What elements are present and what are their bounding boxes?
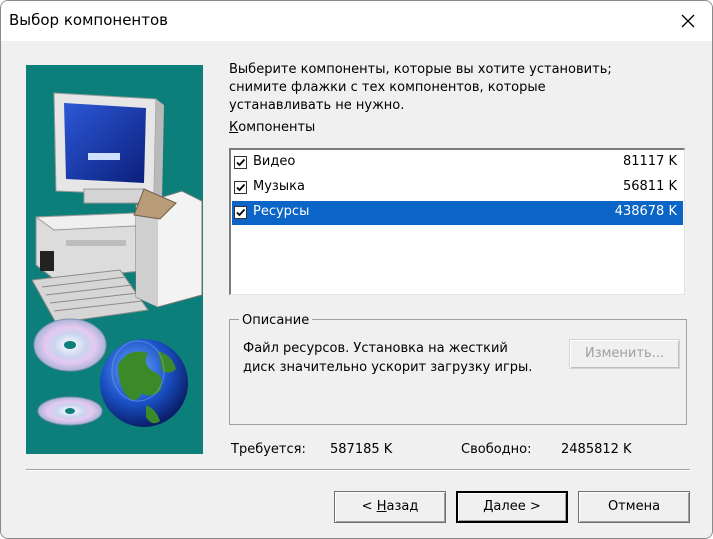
component-size: 438678 K [614,204,677,219]
component-size: 56811 K [622,179,677,194]
back-label: азад [386,499,419,514]
checkbox[interactable] [234,156,247,169]
next-accel: Д [483,499,494,514]
required-value: 587185 K [330,442,393,457]
free-label: Свободно: [461,442,532,457]
list-item-music[interactable]: Музыка 56811 K [232,176,683,200]
checkmark-icon [236,158,246,167]
component-size: 81117 K [622,154,677,169]
close-button[interactable] [665,1,711,41]
description-line: Файл ресурсов. Установка на жесткий [243,341,508,356]
separator [26,469,690,471]
checkbox[interactable] [234,181,247,194]
list-item-resources[interactable]: Ресурсы 438678 K [232,201,683,225]
free-value: 2485812 K [561,442,632,457]
setup-dialog: Выбор компонентов Выберите компоненты, к… [0,0,713,539]
next-button[interactable]: Далее > [456,491,568,523]
instructions-line: Выберите компоненты, которые вы хотите у… [229,62,612,77]
title-bar[interactable]: Выбор компонентов [1,1,712,41]
checkmark-icon [236,208,246,217]
close-icon [681,14,695,28]
back-button[interactable]: < Назад [334,491,446,523]
computer-globe-icon [31,92,203,427]
instructions-text: Выберите компоненты, которые вы хотите у… [229,61,669,115]
component-name: Видео [253,154,296,169]
dialog-body: Выберите компоненты, которые вы хотите у… [1,41,712,538]
components-label-text: омпоненты [238,120,316,135]
description-legend: Описание [239,313,313,328]
components-list[interactable]: Видео 81117 K Музыка 56811 K Ресурсы 438… [229,148,685,295]
components-label: Компоненты [229,120,315,135]
component-name: Ресурсы [253,204,310,219]
window-title: Выбор компонентов [9,11,168,29]
instructions-line: снимите флажки с тех компонентов, которы… [229,80,546,95]
change-button[interactable]: Изменить... [569,339,680,369]
description-text: Файл ресурсов. Установка на жесткий диск… [243,339,563,377]
checkmark-icon [236,183,246,192]
required-label: Требуется: [231,442,306,457]
next-label: алее > [493,499,541,514]
cancel-button[interactable]: Отмена [578,491,690,523]
components-label-accel: К [229,120,239,135]
list-item-video[interactable]: Видео 81117 K [232,151,683,175]
setup-illustration [26,65,203,454]
description-line: диск значительно ускорит загрузку игры. [243,360,533,375]
checkbox[interactable] [234,206,247,219]
back-prefix: < [361,499,377,514]
instructions-line: устанавливать не нужно. [229,98,405,113]
component-name: Музыка [253,179,305,194]
